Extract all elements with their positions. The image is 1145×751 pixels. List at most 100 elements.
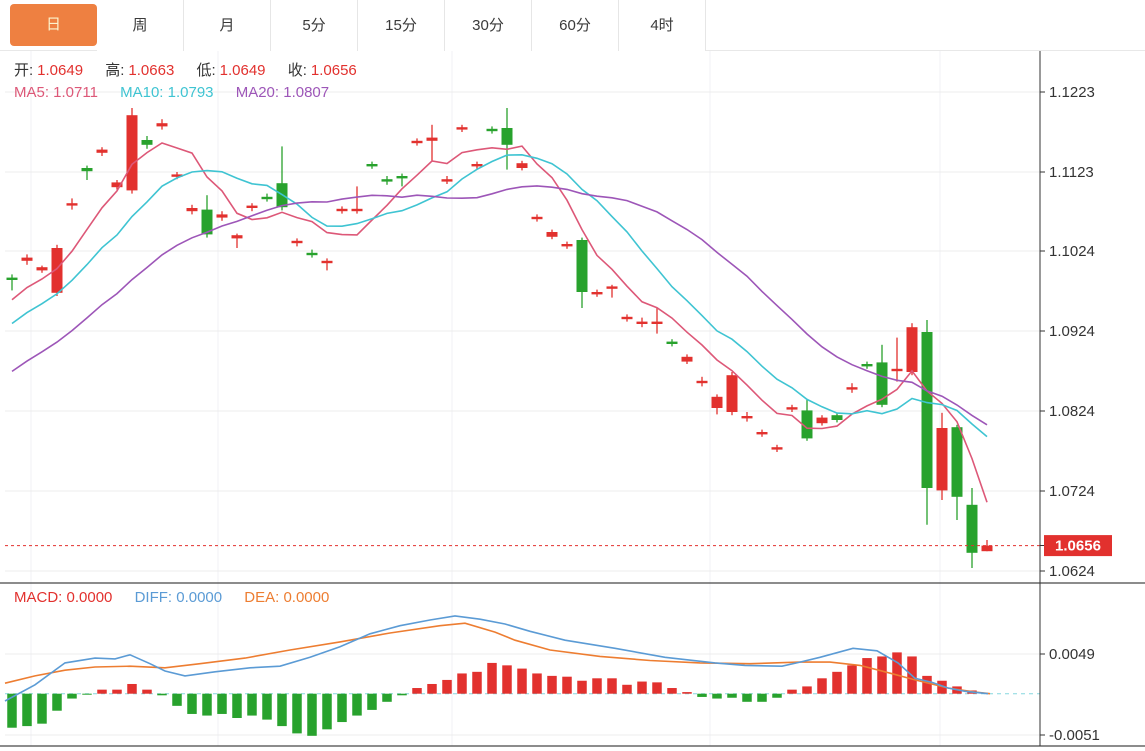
macd-bar-positive xyxy=(457,673,467,693)
macd-bar-negative xyxy=(7,694,17,728)
candle-down xyxy=(502,128,513,145)
macd-bar-negative xyxy=(52,694,62,711)
candle-up xyxy=(52,248,63,293)
macd-bar-positive xyxy=(682,692,692,694)
macd-bar-positive xyxy=(142,690,152,694)
candle-down xyxy=(262,197,273,199)
macd-bar-positive xyxy=(892,652,902,693)
candle-down xyxy=(82,168,93,171)
candle-up xyxy=(727,375,738,412)
ohlc-legend: 开:1.0649 高:1.0663 低:1.0649 收:1.0656 xyxy=(14,59,361,80)
macd-bar-positive xyxy=(127,684,137,694)
macd-bar-positive xyxy=(112,690,122,694)
high-value: 1.0663 xyxy=(128,62,174,79)
candle-up xyxy=(817,418,828,424)
ma10-line xyxy=(12,155,987,437)
candle-up xyxy=(427,138,438,141)
macd-bar-positive xyxy=(622,685,632,694)
tab-30min[interactable]: 30分 xyxy=(445,0,532,51)
price-axis-label: 1.1223 xyxy=(1049,84,1095,101)
candle-up xyxy=(982,546,993,552)
diff-value-legend: DIFF: 0.0000 xyxy=(135,589,223,606)
macd-bar-positive xyxy=(517,669,527,694)
macd-bar-positive xyxy=(547,676,557,694)
current-price-tag-text: 1.0656 xyxy=(1055,538,1101,555)
tab-week[interactable]: 周 xyxy=(97,0,184,51)
macd-bar-positive xyxy=(862,658,872,694)
macd-bar-positive xyxy=(847,665,857,693)
macd-bar-negative xyxy=(742,694,752,702)
candle-up xyxy=(37,267,48,270)
high-label: 高: xyxy=(105,62,124,79)
candle-down xyxy=(577,240,588,292)
macd-bar-negative xyxy=(172,694,182,706)
candle-down xyxy=(667,342,678,344)
tab-day[interactable]: 日 xyxy=(10,4,97,46)
macd-value-legend: MACD: 0.0000 xyxy=(14,589,112,606)
candle-down xyxy=(277,183,288,207)
candle-up xyxy=(697,381,708,383)
candle-up xyxy=(607,286,618,288)
macd-bar-negative xyxy=(292,694,302,734)
candle-up xyxy=(412,141,423,143)
candle-down xyxy=(142,140,153,145)
macd-bar-positive xyxy=(487,663,497,694)
tab-5min[interactable]: 5分 xyxy=(271,0,358,51)
candle-up xyxy=(847,387,858,389)
macd-bar-positive xyxy=(577,681,587,694)
candle-up xyxy=(127,115,138,190)
current-price-tag xyxy=(1044,535,1112,556)
macd-bar-positive xyxy=(607,678,617,693)
candle-up xyxy=(187,208,198,211)
macd-bar-positive xyxy=(967,690,977,693)
candle-up xyxy=(112,182,123,187)
macd-bar-positive xyxy=(97,690,107,694)
macd-bar-negative xyxy=(322,694,332,730)
price-axis-label: 1.0924 xyxy=(1049,323,1095,340)
macd-bar-positive xyxy=(652,682,662,693)
macd-bar-negative xyxy=(727,694,737,698)
candle-up xyxy=(757,432,768,434)
macd-bar-positive xyxy=(817,678,827,693)
candle-up xyxy=(157,123,168,126)
candle-up xyxy=(172,174,183,176)
candle-up xyxy=(907,327,918,372)
macd-bar-positive xyxy=(922,676,932,694)
tab-15min[interactable]: 15分 xyxy=(358,0,445,51)
price-axis-label: 1.0624 xyxy=(1049,563,1095,580)
macd-axis-label: -0.0051 xyxy=(1049,727,1100,744)
macd-bar-negative xyxy=(67,694,77,699)
macd-axis-label: 0.0049 xyxy=(1049,646,1095,663)
tab-month[interactable]: 月 xyxy=(184,0,271,51)
candle-up xyxy=(622,317,633,319)
candle-up xyxy=(652,322,663,324)
macd-bar-negative xyxy=(232,694,242,718)
candle-up xyxy=(547,232,558,237)
candle-up xyxy=(772,447,783,449)
tab-4hour[interactable]: 4时 xyxy=(619,0,706,51)
dea-value-legend: DEA: 0.0000 xyxy=(244,589,329,606)
macd-bar-positive xyxy=(637,682,647,694)
macd-bar-negative xyxy=(247,694,257,716)
candle-up xyxy=(892,369,903,371)
candle-down xyxy=(862,364,873,366)
macd-bar-negative xyxy=(352,694,362,716)
candle-up xyxy=(637,322,648,324)
candle-up xyxy=(442,179,453,181)
candle-down xyxy=(952,427,963,497)
macd-bar-negative xyxy=(217,694,227,714)
ma5-line xyxy=(12,143,987,502)
tab-60min[interactable]: 60分 xyxy=(532,0,619,51)
candle-down xyxy=(367,164,378,166)
macd-bar-negative xyxy=(757,694,767,702)
candle-up xyxy=(22,258,33,261)
ma20-legend: MA20: 1.0807 xyxy=(236,84,329,101)
trading-chart-app: 日 周 月 5分 15分 30分 60分 4时 开:1.0649 高:1.066… xyxy=(0,0,1145,751)
macd-bar-positive xyxy=(667,688,677,694)
macd-bar-positive xyxy=(937,681,947,694)
candle-down xyxy=(202,210,213,235)
macd-bar-positive xyxy=(472,672,482,694)
macd-bar-negative xyxy=(397,694,407,696)
price-axis-label: 1.1024 xyxy=(1049,243,1095,260)
candle-up xyxy=(457,127,468,129)
